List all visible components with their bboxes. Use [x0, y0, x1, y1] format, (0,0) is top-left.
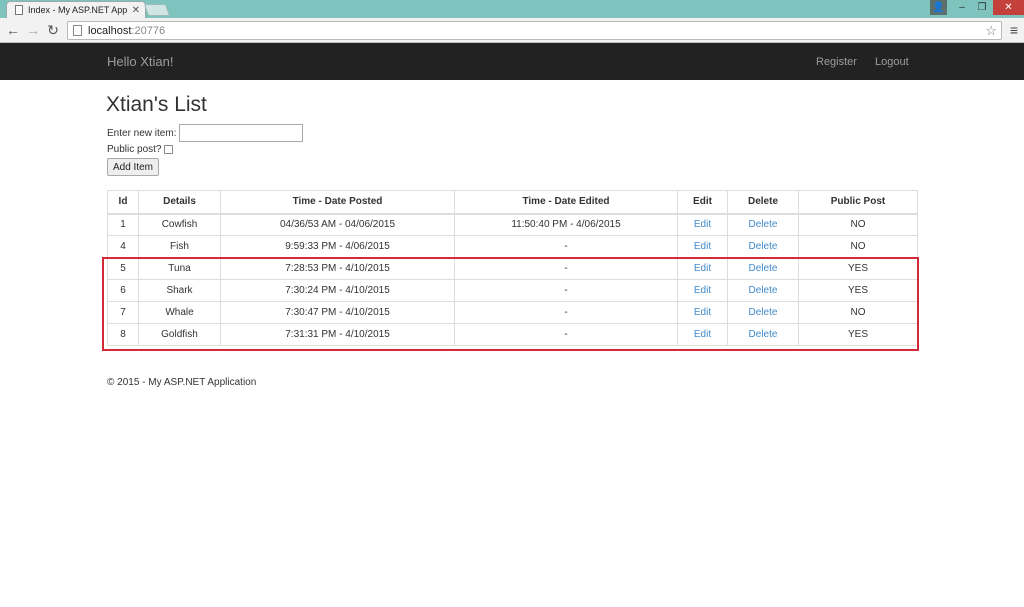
browser-toolbar: ← → ↻ localhost:20776 ☆ ≡: [0, 18, 1024, 43]
close-tab-icon[interactable]: ✕: [127, 5, 145, 16]
user-icon[interactable]: 👤: [930, 0, 947, 15]
cell-edited: -: [454, 235, 678, 258]
cell-details: Fish: [138, 235, 221, 258]
cell-public: NO: [798, 213, 918, 236]
cell-id: 4: [107, 235, 139, 258]
back-arrow-icon[interactable]: ←: [4, 21, 22, 39]
column-header: Edit: [677, 190, 728, 215]
cell-edit: Edit: [677, 235, 728, 258]
new-item-row: Enter new item:: [107, 124, 304, 142]
highlight-box: [102, 257, 919, 351]
public-post-label: Public post?: [107, 144, 162, 155]
table-row: 1 Cowfish 04/36/53 AM - 04/06/2015 11:50…: [107, 213, 918, 236]
edit-link[interactable]: Edit: [694, 219, 711, 230]
hamburger-menu-icon[interactable]: ≡: [1006, 21, 1022, 39]
delete-link[interactable]: Delete: [749, 219, 778, 230]
close-window-icon[interactable]: ✕: [993, 0, 1024, 15]
column-header: Public Post: [798, 190, 918, 215]
cell-details: Cowfish: [138, 213, 221, 236]
table-header-row: Id Details Time - Date Posted Time - Dat…: [107, 190, 918, 215]
url-port: :20776: [131, 24, 166, 37]
table-row: 4 Fish 9:59:33 PM - 4/06/2015 - Edit Del…: [107, 235, 918, 258]
bookmark-star-icon[interactable]: ☆: [985, 23, 997, 39]
column-header: Time - Date Posted: [220, 190, 455, 215]
cell-delete: Delete: [727, 235, 799, 258]
cell-posted: 04/36/53 AM - 04/06/2015: [220, 213, 455, 236]
column-header: Id: [107, 190, 139, 215]
edit-link[interactable]: Edit: [694, 241, 711, 252]
minimize-icon[interactable]: –: [952, 0, 972, 15]
browser-titlebar: Index - My ASP.NET Appli ✕ 👤 – ❐ ✕: [0, 0, 1024, 18]
page-icon: [15, 5, 23, 15]
cell-edit: Edit: [677, 213, 728, 236]
page-title: Xtian's List: [106, 93, 207, 116]
page-icon: [73, 25, 82, 36]
cell-id: 1: [107, 213, 139, 236]
tab-title: Index - My ASP.NET Appli: [28, 5, 127, 15]
app-navbar: Hello Xtian! Register Logout: [0, 43, 1024, 80]
column-header: Time - Date Edited: [454, 190, 678, 215]
cell-edited: 11:50:40 PM - 4/06/2015: [454, 213, 678, 236]
new-item-input[interactable]: [179, 124, 304, 142]
navbar-brand[interactable]: Hello Xtian!: [107, 54, 173, 69]
logout-link[interactable]: Logout: [875, 56, 909, 68]
footer-text: © 2015 - My ASP.NET Application: [107, 377, 257, 388]
delete-link[interactable]: Delete: [749, 241, 778, 252]
maximize-icon[interactable]: ❐: [972, 0, 992, 15]
public-post-checkbox[interactable]: [164, 145, 174, 154]
new-item-label: Enter new item:: [107, 127, 177, 139]
new-tab-button[interactable]: [143, 4, 171, 16]
cell-posted: 9:59:33 PM - 4/06/2015: [220, 235, 455, 258]
public-post-row: Public post?: [107, 144, 174, 155]
add-item-button[interactable]: Add Item: [107, 158, 159, 176]
forward-arrow-icon[interactable]: →: [24, 21, 42, 39]
cell-delete: Delete: [727, 213, 799, 236]
reload-icon[interactable]: ↻: [44, 21, 62, 39]
column-header: Details: [138, 190, 221, 215]
cell-public: NO: [798, 235, 918, 258]
browser-tab[interactable]: Index - My ASP.NET Appli ✕: [6, 1, 146, 18]
register-link[interactable]: Register: [816, 56, 857, 68]
url-host: localhost: [88, 24, 132, 37]
address-bar[interactable]: localhost:20776 ☆: [67, 21, 1002, 40]
column-header: Delete: [727, 190, 799, 215]
